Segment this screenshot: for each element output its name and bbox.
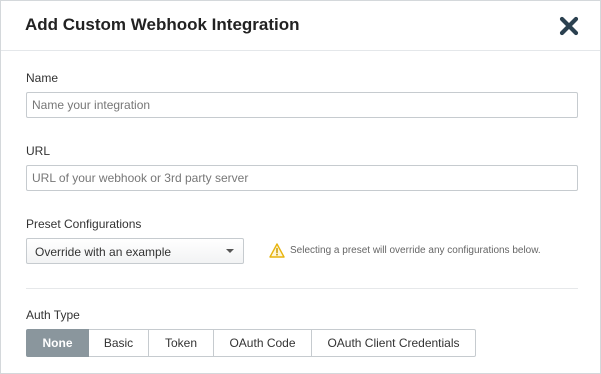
name-label: Name [26, 71, 59, 85]
close-button[interactable] [557, 14, 581, 38]
auth-oauth-code-button[interactable]: OAuth Code [214, 329, 312, 357]
url-input[interactable] [26, 165, 578, 191]
preset-selected-value: Override with an example [35, 245, 172, 259]
preset-warning-text: Selecting a preset will override any con… [290, 245, 541, 256]
modal-header: Add Custom Webhook Integration [1, 1, 600, 51]
url-label: URL [26, 144, 51, 158]
auth-none-button[interactable]: None [26, 329, 89, 357]
modal-title: Add Custom Webhook Integration [25, 15, 300, 34]
preset-select[interactable]: Override with an example [26, 238, 244, 264]
section-divider [26, 288, 578, 289]
webhook-integration-modal: Add Custom Webhook Integration Name URL … [0, 0, 601, 374]
auth-basic-button[interactable]: Basic [89, 329, 149, 357]
chevron-down-icon [226, 249, 234, 253]
warning-triangle-icon [269, 243, 285, 258]
auth-token-button[interactable]: Token [149, 329, 214, 357]
auth-oauth-client-credentials-button[interactable]: OAuth Client Credentials [312, 329, 476, 357]
auth-type-toggle-group: None Basic Token OAuth Code OAuth Client… [26, 329, 476, 357]
auth-type-label: Auth Type [26, 308, 80, 322]
name-input[interactable] [26, 92, 578, 118]
preset-label: Preset Configurations [26, 217, 142, 231]
close-x-icon [559, 16, 579, 36]
